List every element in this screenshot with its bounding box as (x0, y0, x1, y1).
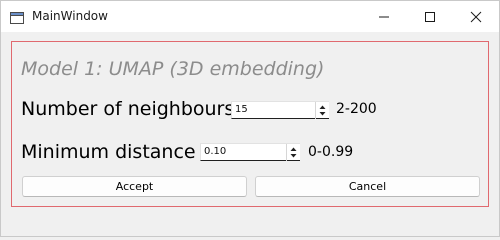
distance-value[interactable]: 0.10 (204, 146, 226, 157)
neighbours-range: 2-200 (336, 101, 377, 117)
distance-spinbox[interactable]: 0.10 (200, 143, 300, 161)
minimize-button[interactable] (361, 1, 407, 32)
maximize-icon (425, 11, 435, 22)
distance-range: 0-0.99 (308, 144, 354, 160)
panel-heading: Model 1: UMAP (3D embedding) (21, 58, 325, 80)
window-title: MainWindow (32, 9, 108, 23)
accept-button[interactable]: Accept (22, 176, 247, 197)
maximize-button[interactable] (407, 1, 453, 32)
spin-arrows-icon[interactable] (315, 102, 329, 119)
neighbours-spinbox[interactable]: 15 (231, 101, 329, 119)
close-icon (470, 11, 482, 22)
minimize-icon (379, 16, 389, 17)
close-button[interactable] (453, 1, 499, 32)
title-bar[interactable]: MainWindow (1, 1, 499, 32)
neighbours-value[interactable]: 15 (235, 104, 248, 115)
main-window: MainWindow Model 1: UMAP (3D embedding) … (0, 0, 500, 237)
neighbours-label: Number of neighbours (21, 98, 235, 120)
distance-label: Minimum distance (21, 141, 196, 163)
app-window-icon (10, 9, 24, 24)
cancel-button[interactable]: Cancel (255, 176, 480, 197)
spin-arrows-icon[interactable] (286, 144, 300, 161)
